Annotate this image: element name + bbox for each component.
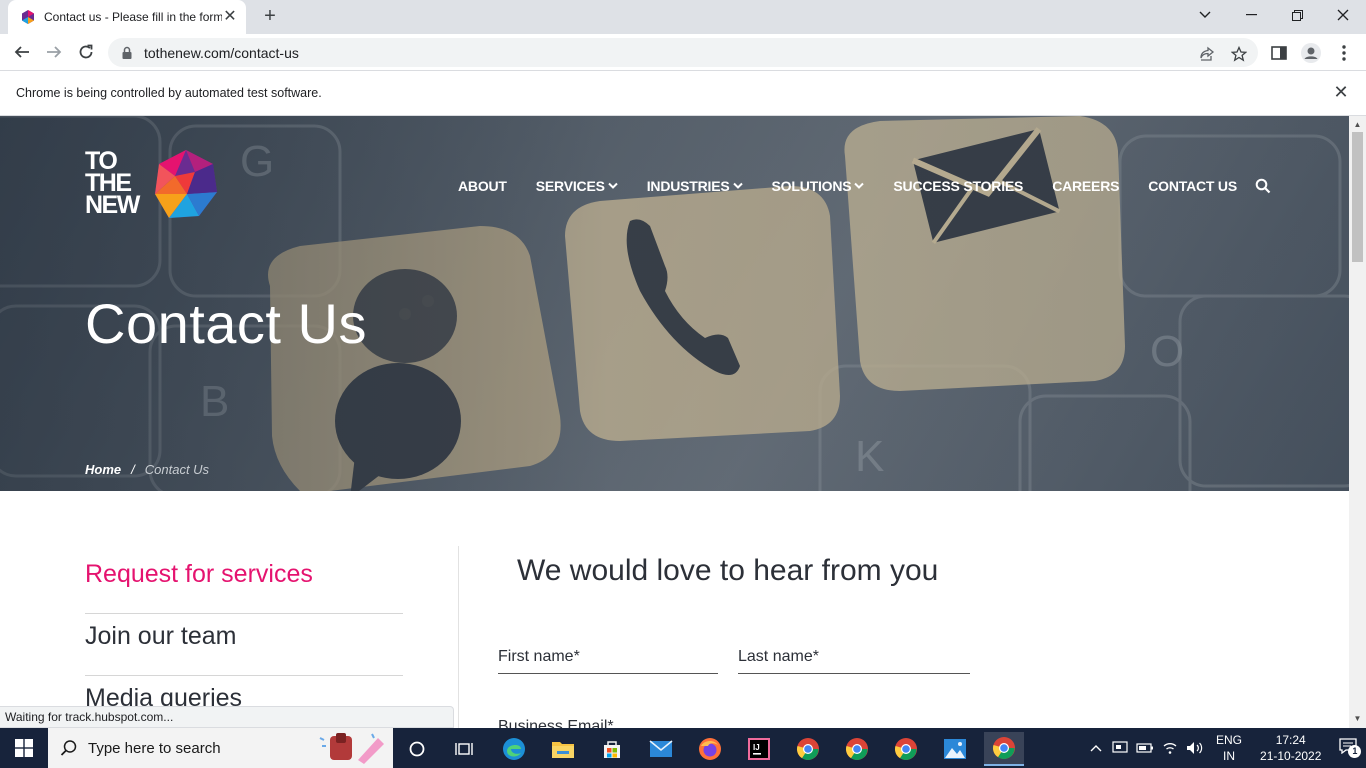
- main-nav: ABOUT SERVICES INDUSTRIES SOLUTIONS SUCC…: [458, 176, 1271, 196]
- restore-icon[interactable]: [1274, 0, 1320, 30]
- close-window-icon[interactable]: [1320, 0, 1366, 30]
- scroll-up-arrow-icon[interactable]: ▲: [1353, 120, 1362, 129]
- business-email-label[interactable]: Business Email*: [498, 718, 614, 728]
- chrome-active-icon[interactable]: [984, 732, 1024, 766]
- page-viewport: G B K O: [0, 116, 1349, 728]
- browser-toolbar: tothenew.com/contact-us: [0, 34, 1366, 71]
- close-tab-icon[interactable]: ✕: [222, 9, 238, 25]
- notification-count-badge: 1: [1348, 745, 1362, 758]
- intellij-icon[interactable]: IJ: [739, 732, 779, 766]
- nav-solutions[interactable]: SOLUTIONS: [772, 178, 865, 194]
- last-name-field[interactable]: Last name*: [738, 642, 970, 674]
- nav-services[interactable]: SERVICES: [536, 178, 618, 194]
- wifi-icon[interactable]: [1162, 741, 1178, 755]
- photos-icon[interactable]: [935, 732, 975, 766]
- tab-title: Contact us - Please fill in the form: [44, 10, 222, 24]
- breadcrumb: Home / Contact Us: [85, 462, 209, 477]
- minimize-icon[interactable]: [1228, 0, 1274, 30]
- search-icon[interactable]: [1255, 178, 1271, 194]
- breadcrumb-home-link[interactable]: Home: [85, 462, 121, 477]
- network-adapter-icon[interactable]: [1112, 741, 1128, 755]
- microsoft-store-icon[interactable]: [592, 732, 632, 766]
- cortana-icon[interactable]: [397, 732, 437, 766]
- profile-avatar-icon[interactable]: [1300, 42, 1322, 64]
- chrome-icon[interactable]: [886, 732, 926, 766]
- breadcrumb-current: Contact Us: [144, 462, 210, 477]
- mail-icon[interactable]: [641, 732, 681, 766]
- address-bar[interactable]: tothenew.com/contact-us: [108, 38, 1258, 67]
- windows-start-icon[interactable]: [0, 728, 48, 768]
- file-explorer-icon[interactable]: [543, 732, 583, 766]
- forward-icon[interactable]: [40, 38, 68, 66]
- nav-success-stories[interactable]: SUCCESS STORIES: [893, 178, 1023, 194]
- svg-text:IJ: IJ: [753, 743, 760, 752]
- tab-search-chevron-icon[interactable]: [1182, 0, 1228, 30]
- logo-wordmark: TO THE NEW: [85, 147, 140, 219]
- logo-gem-icon: [155, 150, 217, 218]
- url-text: tothenew.com/contact-us: [144, 44, 299, 61]
- chrome-menu-icon[interactable]: [1333, 42, 1355, 64]
- side-item-join-our-team[interactable]: Join our team: [85, 614, 403, 676]
- nav-contact-us[interactable]: CONTACT US: [1148, 178, 1237, 194]
- clock-date: 21-10-2022: [1260, 749, 1322, 763]
- taskbar-search-box[interactable]: Type here to search: [48, 728, 393, 768]
- tothenew-favicon-icon: [22, 10, 34, 24]
- new-tab-icon[interactable]: +: [258, 4, 282, 28]
- automation-infobar: Chrome is being controlled by automated …: [0, 71, 1366, 116]
- chevron-down-icon: [608, 182, 618, 189]
- last-name-label: Last name*: [738, 648, 819, 665]
- contact-side-menu: Request for services Join our team Media…: [85, 552, 403, 728]
- breadcrumb-separator: /: [131, 462, 135, 477]
- notification-center-icon[interactable]: 1: [1339, 738, 1362, 758]
- search-icon: [60, 740, 77, 756]
- chevron-up-icon[interactable]: [1090, 744, 1102, 752]
- reload-icon[interactable]: [72, 38, 100, 66]
- status-bubble: Waiting for track.hubspot.com...: [0, 706, 454, 728]
- system-tray: ENG IN 17:24 21-10-2022 1: [1090, 728, 1362, 768]
- scroll-down-arrow-icon[interactable]: ▼: [1353, 714, 1362, 723]
- clock-time: 17:24: [1275, 733, 1306, 747]
- search-highlight-icon: [319, 733, 384, 764]
- page-scrollbar[interactable]: ▲ ▼: [1349, 116, 1366, 728]
- clock[interactable]: 17:24 21-10-2022: [1260, 732, 1321, 764]
- task-view-icon[interactable]: [444, 732, 484, 766]
- firefox-icon[interactable]: [690, 732, 730, 766]
- scroll-thumb[interactable]: [1352, 132, 1363, 262]
- side-item-request-for-services[interactable]: Request for services: [85, 552, 403, 614]
- chevron-down-icon: [854, 182, 865, 189]
- side-panel-icon[interactable]: [1268, 42, 1290, 64]
- volume-icon[interactable]: [1186, 741, 1204, 755]
- nav-industries[interactable]: INDUSTRIES: [647, 178, 743, 194]
- share-icon[interactable]: [1198, 45, 1216, 63]
- tab-strip: Contact us - Please fill in the form ✕ +: [0, 0, 1366, 34]
- form-heading: We would love to hear from you: [517, 554, 939, 587]
- nav-about[interactable]: ABOUT: [458, 178, 507, 194]
- edge-icon[interactable]: [494, 732, 534, 766]
- browser-tab[interactable]: Contact us - Please fill in the form ✕: [8, 0, 246, 34]
- tothenew-logo[interactable]: TO THE NEW: [85, 147, 220, 220]
- chrome-icon[interactable]: [837, 732, 877, 766]
- infobar-message: Chrome is being controlled by automated …: [16, 86, 322, 100]
- windows-taskbar: Type here to search IJ ENG IN 17:24 21-1…: [0, 728, 1366, 768]
- page-title: Contact Us: [85, 292, 367, 355]
- close-infobar-icon[interactable]: ✕: [1332, 83, 1350, 101]
- lock-icon: [122, 46, 132, 59]
- nav-careers[interactable]: CAREERS: [1052, 178, 1119, 194]
- language-indicator[interactable]: ENG IN: [1216, 732, 1242, 764]
- chevron-down-icon: [732, 182, 743, 189]
- chrome-icon[interactable]: [788, 732, 828, 766]
- taskbar-search-placeholder: Type here to search: [88, 739, 221, 757]
- bookmark-star-icon[interactable]: [1230, 45, 1248, 63]
- first-name-field[interactable]: First name*: [498, 642, 718, 674]
- column-divider: [458, 546, 459, 728]
- hero-banner: G B K O: [0, 116, 1349, 491]
- back-icon[interactable]: [8, 38, 36, 66]
- first-name-label: First name*: [498, 648, 580, 665]
- battery-icon[interactable]: [1136, 742, 1154, 754]
